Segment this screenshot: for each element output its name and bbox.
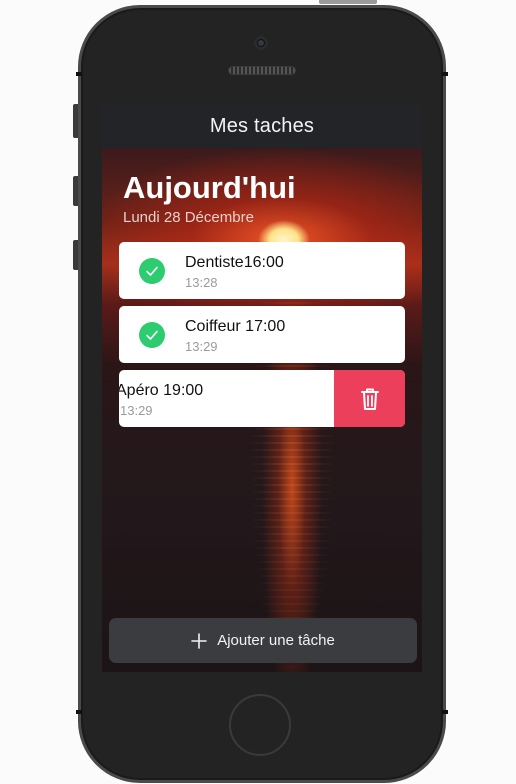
task-time: 13:29 <box>120 403 153 418</box>
app-title: Mes taches <box>209 114 315 137</box>
front-camera <box>254 36 268 50</box>
task-title: Dentiste16:00 <box>185 254 284 271</box>
task-item[interactable]: Coiffeur 17:00 13:29 <box>119 306 405 363</box>
plus-icon <box>191 632 208 649</box>
check-icon[interactable] <box>139 322 165 348</box>
power-button <box>319 0 377 4</box>
antenna-line <box>76 72 82 76</box>
task-item-swiped[interactable]: Apéro 19:00 13:29 <box>119 370 405 427</box>
add-task-label: Ajouter une tâche <box>217 632 335 649</box>
current-date: Lundi 28 Décembre <box>123 209 254 226</box>
task-time: 13:28 <box>185 275 218 290</box>
trash-icon <box>360 387 380 411</box>
antenna-line <box>442 710 448 714</box>
add-task-button[interactable]: Ajouter une tâche <box>109 618 417 663</box>
page-title: Aujourd'hui <box>123 170 296 205</box>
earpiece-speaker <box>229 67 295 74</box>
navigation-bar: Mes taches <box>102 104 422 148</box>
check-icon[interactable] <box>139 258 165 284</box>
task-title: Apéro 19:00 <box>119 382 204 399</box>
delete-task-button[interactable] <box>334 370 405 427</box>
task-time: 13:29 <box>185 339 218 354</box>
antenna-line <box>442 72 448 76</box>
task-item[interactable]: Dentiste16:00 13:28 <box>119 242 405 299</box>
home-button[interactable] <box>229 694 291 756</box>
antenna-line <box>76 710 82 714</box>
task-title: Coiffeur 17:00 <box>185 318 286 335</box>
app-screen: Mes taches Aujourd'hui Lundi 28 Décembre… <box>102 104 422 672</box>
device-stage: Mes taches Aujourd'hui Lundi 28 Décembre… <box>0 0 516 784</box>
